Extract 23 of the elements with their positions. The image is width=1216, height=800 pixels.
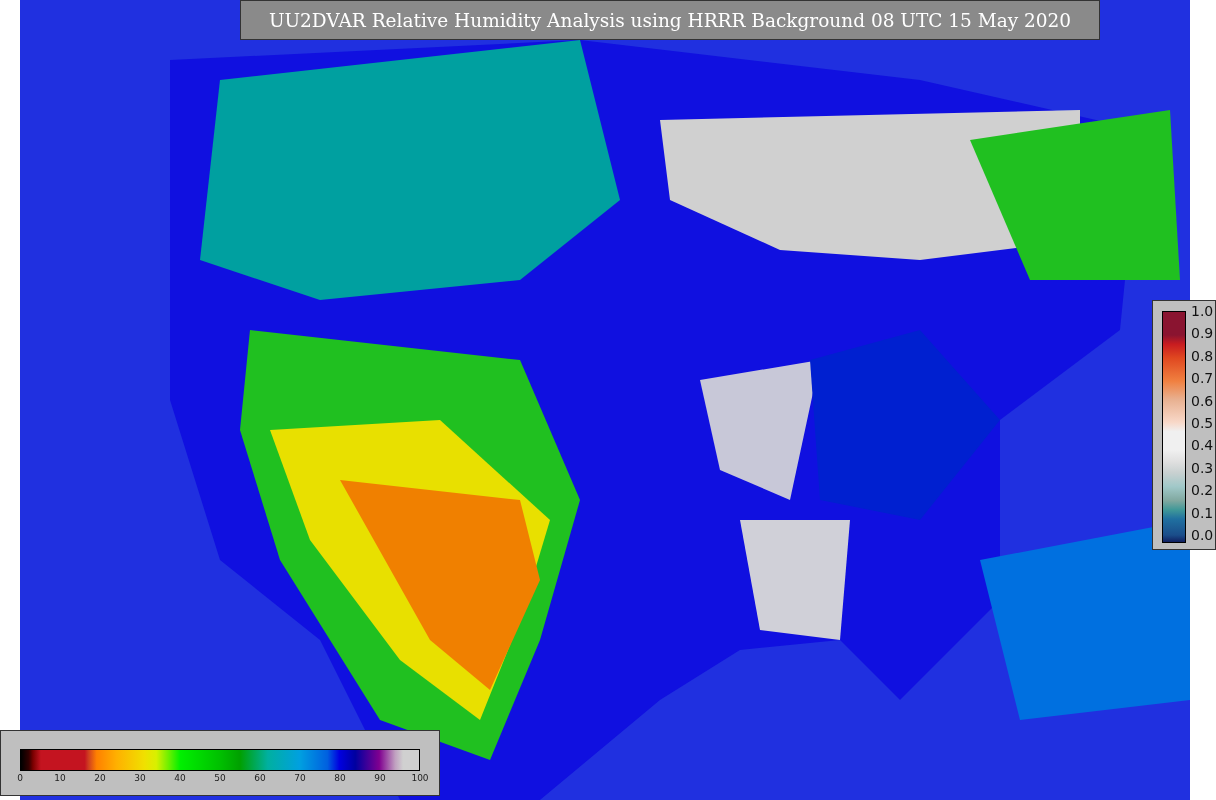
tick-label: 0.2 [1191,482,1214,499]
tick-label: 60 [254,773,266,783]
tick-label: 0.9 [1191,325,1214,342]
tick-label: 100 [411,773,429,783]
tick-label: 50 [214,773,226,783]
tick-label: 0.1 [1191,504,1214,521]
tick-label: 0.6 [1191,392,1214,409]
tick-label: 30 [134,773,146,783]
tick-label: 0.0 [1191,526,1214,543]
tick-label: 0.7 [1191,370,1214,387]
tick-label: 70 [294,773,306,783]
map-title: UU2DVAR Relative Humidity Analysis using HRRR Background 08 UTC 15 May 2020 [240,0,1100,40]
tick-label: 0 [17,773,23,783]
tick-label: 20 [94,773,106,783]
tick-label: 0.8 [1191,347,1214,364]
tick-label: 1.0 [1191,303,1214,319]
tick-label: 0.3 [1191,459,1214,476]
tick-label: 40 [174,773,186,783]
tick-label: 0.5 [1191,414,1214,431]
tick-label: 10 [54,773,66,783]
tick-label: 80 [334,773,346,783]
tick-label: 0.4 [1191,437,1214,454]
tick-label: 90 [374,773,386,783]
